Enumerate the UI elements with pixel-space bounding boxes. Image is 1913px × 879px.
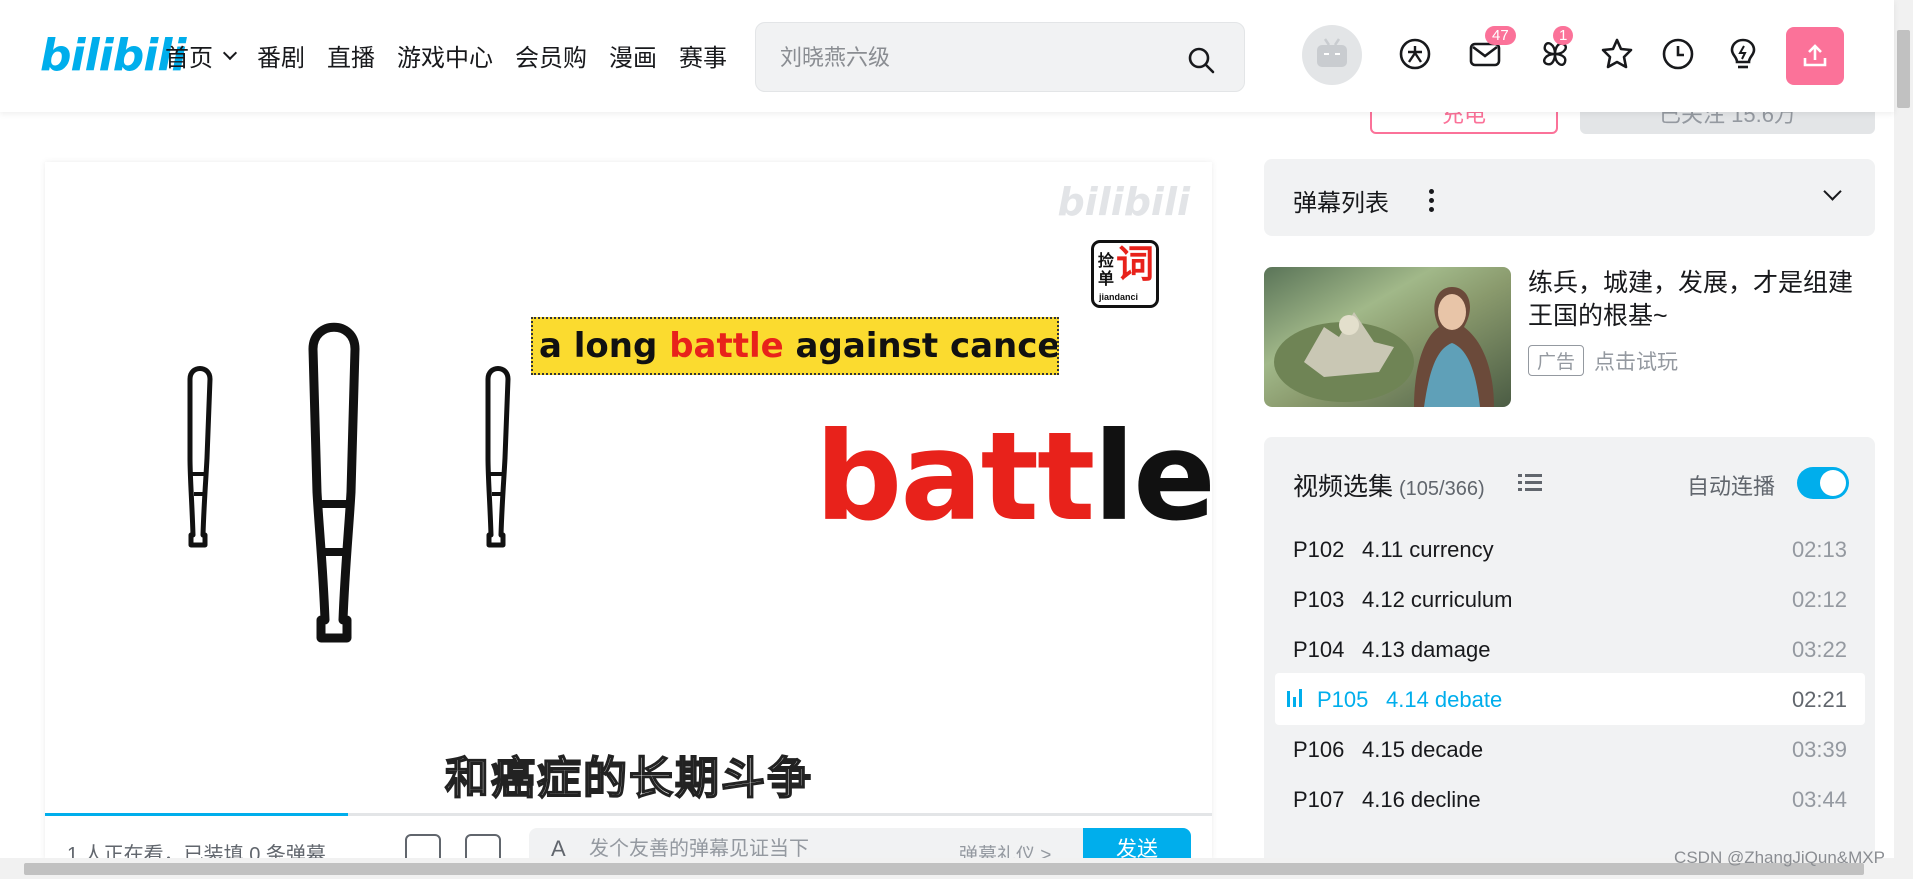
phrase-banner: a long battle against cancer bbox=[531, 317, 1059, 375]
jiandanci-logo: 捡单 词 jiandanci bbox=[1091, 240, 1159, 308]
dynamic-badge: 1 bbox=[1553, 26, 1574, 45]
episode-item[interactable]: P106 4.15 decade 03:39 bbox=[1275, 723, 1865, 775]
video-progress-bar[interactable] bbox=[45, 813, 1212, 816]
chevron-down-icon bbox=[222, 45, 238, 60]
video-subtitle: 和癌症的长期斗争 bbox=[444, 753, 813, 804]
horizontal-scroll-thumb[interactable] bbox=[24, 863, 1864, 875]
ad-thumbnail[interactable] bbox=[1264, 267, 1511, 407]
bilibili-logo[interactable]: bilibili bbox=[40, 30, 186, 81]
episode-item[interactable]: P107 4.16 decline 03:44 bbox=[1275, 773, 1865, 825]
episode-item[interactable]: P104 4.13 damage 03:22 bbox=[1275, 623, 1865, 675]
autoplay-toggle[interactable] bbox=[1797, 467, 1849, 499]
collection-header: 视频选集 (105/366) bbox=[1293, 467, 1485, 503]
player-watermark: bilibili bbox=[1057, 180, 1190, 224]
avatar[interactable] bbox=[1302, 25, 1362, 85]
nav-manga[interactable]: 漫画 bbox=[609, 38, 657, 73]
nav-game-center[interactable]: 游戏中心 bbox=[397, 38, 493, 73]
send-danmaku-button[interactable]: 发送 bbox=[1083, 828, 1191, 862]
csdn-watermark: CSDN @ZhangJiQun&MXP bbox=[1674, 848, 1885, 867]
ad-card[interactable]: 练兵，城建，发展，才是组建王国的根基~ 广告 点击试玩 bbox=[1264, 267, 1875, 407]
big-vip-icon[interactable] bbox=[1397, 36, 1433, 72]
ad-title[interactable]: 练兵，城建，发展，才是组建王国的根基~ bbox=[1528, 267, 1875, 333]
search-icon[interactable] bbox=[1186, 45, 1216, 75]
nav-home[interactable]: 首页 bbox=[165, 38, 238, 73]
ad-thumbnail-art bbox=[1274, 287, 1494, 407]
nav-mall[interactable]: 会员购 bbox=[515, 38, 587, 73]
episode-item-active[interactable]: P105 4.14 debate 02:21 bbox=[1275, 673, 1865, 725]
episode-item[interactable]: P103 4.12 curriculum 02:12 bbox=[1275, 573, 1865, 625]
danmaku-list-panel[interactable]: 弹幕列表 bbox=[1264, 159, 1875, 236]
list-view-icon[interactable] bbox=[1518, 472, 1542, 494]
danmaku-bar: 1 人正在看，已装填 0 条弹幕 A 弹幕礼仪 > 发送 bbox=[45, 828, 1212, 862]
search-input[interactable] bbox=[780, 41, 1160, 75]
top-header: bilibili 首页 番剧 直播 游戏中心 会员购 漫画 赛事 47 1 bbox=[0, 0, 1894, 112]
progress-fill bbox=[45, 813, 349, 816]
favorite-icon[interactable] bbox=[1599, 36, 1635, 72]
creation-icon[interactable] bbox=[1725, 36, 1761, 72]
ad-try-link[interactable]: 点击试玩 bbox=[1594, 346, 1678, 376]
upload-button[interactable] bbox=[1786, 27, 1844, 85]
collection-count: (105/366) bbox=[1399, 478, 1485, 500]
small-bat-left bbox=[187, 366, 213, 548]
history-icon[interactable] bbox=[1660, 36, 1696, 72]
chevron-down-icon[interactable] bbox=[1823, 182, 1842, 201]
main-nav: 首页 番剧 直播 游戏中心 会员购 漫画 赛事 bbox=[165, 38, 727, 73]
search-box bbox=[755, 22, 1245, 92]
episode-item[interactable]: P102 4.11 currency 02:13 bbox=[1275, 523, 1865, 575]
ad-tag: 广告 bbox=[1528, 345, 1585, 376]
vertical-scroll-thumb[interactable] bbox=[1897, 30, 1910, 108]
upload-icon bbox=[1803, 44, 1827, 67]
autoplay-label: 自动连播 bbox=[1686, 474, 1775, 499]
more-vertical-icon[interactable] bbox=[1429, 189, 1435, 215]
baseball-bats-illustration bbox=[187, 322, 511, 643]
collection-title: 视频选集 bbox=[1293, 473, 1394, 501]
tv-avatar-icon bbox=[1317, 38, 1347, 67]
horizontal-scrollbar[interactable] bbox=[0, 858, 1894, 879]
small-bat-right bbox=[485, 366, 511, 548]
vertical-scrollbar[interactable] bbox=[1894, 0, 1913, 879]
danmaku-list-title: 弹幕列表 bbox=[1293, 190, 1389, 217]
message-badge: 47 bbox=[1485, 26, 1516, 45]
danmaku-input-box: A 弹幕礼仪 > bbox=[529, 828, 1089, 862]
vocab-word: battle bbox=[815, 406, 1212, 548]
nav-live[interactable]: 直播 bbox=[327, 38, 375, 73]
big-bat bbox=[308, 322, 360, 643]
nav-esports[interactable]: 赛事 bbox=[679, 38, 727, 73]
nav-anime[interactable]: 番剧 bbox=[257, 38, 305, 73]
video-player[interactable]: bilibili 捡单 词 jiandanci a long battle ag… bbox=[45, 162, 1212, 862]
playing-icon bbox=[1287, 689, 1302, 707]
video-collection-panel: 视频选集 (105/366) 自动连播 P102 4.11 currency 02… bbox=[1264, 437, 1875, 877]
